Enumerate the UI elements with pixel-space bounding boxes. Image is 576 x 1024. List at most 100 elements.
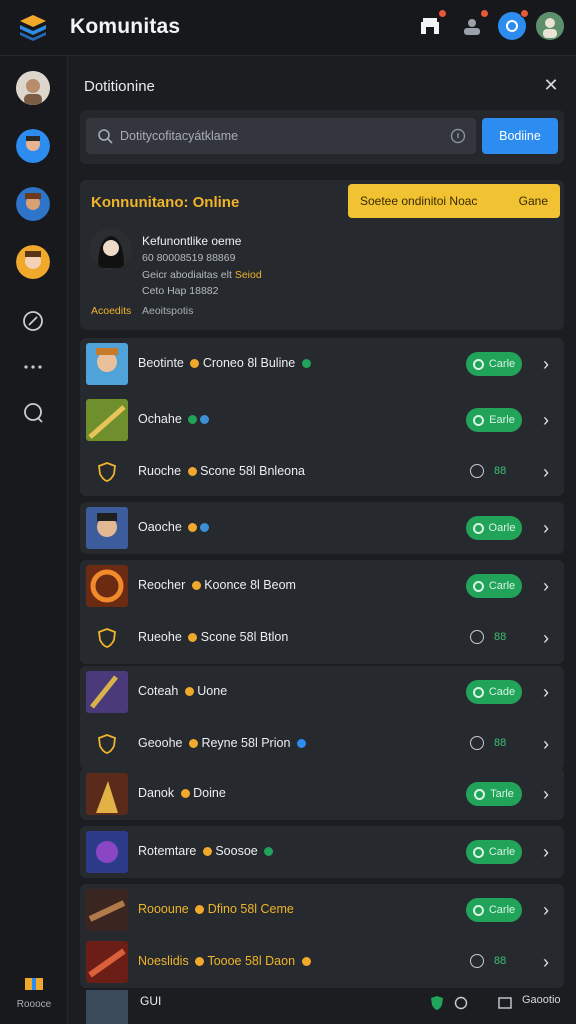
member-name: Oaoche [138,520,210,534]
member-name: Roooune Dfino 58l Ceme [138,902,294,916]
notification-dot-icon [480,9,489,18]
member-thumb [86,565,128,607]
member-row[interactable]: Oaoche Oarle › [80,502,564,556]
chevron-right-icon[interactable]: › [536,576,556,596]
sidebar-avatar-4[interactable] [16,245,50,279]
member-thumb [86,343,128,385]
search-icon [98,129,113,144]
online-count: 88 [494,955,507,967]
friends-icon[interactable] [458,9,489,40]
member-row[interactable]: Ochahe Earle › [80,394,564,448]
bottom-label: GUI [140,994,162,1008]
community-title: Konnunitano: Online [91,194,240,211]
status-pill[interactable]: Carle [466,352,522,376]
member-row[interactable]: Roooune Dfino 58l Ceme Carle › [80,884,564,938]
compass-icon[interactable] [20,308,46,334]
join-community-button[interactable]: Soetee ondinitoi Noac Gane [348,184,560,218]
status-pill[interactable]: Cade [466,680,522,704]
chevron-right-icon[interactable]: › [536,462,556,482]
owner-info-text: Geicr abodiaitas elt [142,269,232,281]
online-count: 88 [494,631,507,643]
member-row[interactable]: Noeslidis Toooe 58l Daon 88 › [80,936,564,990]
chevron-right-icon[interactable]: › [536,952,556,972]
member-thumb [86,507,128,549]
accounts-link[interactable]: Acoedits [91,305,131,317]
member-name: Danok Doine [138,786,226,800]
member-thumb [86,889,128,931]
member-name: Coteah Uone [138,684,228,698]
status-pill[interactable]: Earle [466,408,522,432]
member-row[interactable]: Danok Doine Tarle › [80,768,564,822]
online-count-icon [470,464,484,478]
owner-avatar[interactable] [90,228,132,270]
owner-info: Geicr abodiaitas elt Seiod [142,269,262,281]
online-count-icon [470,630,484,644]
member-group-7: Roooune Dfino 58l Ceme Carle › Noeslidis… [80,884,564,988]
shield-check-icon[interactable] [430,995,444,1011]
bottom-right-label: Gaootio [522,994,561,1006]
accounts-info: Aeoitspotis [142,305,194,317]
chevron-right-icon[interactable]: › [536,734,556,754]
online-count: 88 [494,737,507,749]
gift-icon [25,978,43,990]
chevron-right-icon[interactable]: › [536,842,556,862]
search-bar: Dotitycofitacyátklame Bodiine [80,110,564,164]
member-name: Geoohe Reyne 58l Prion [138,736,306,750]
member-row[interactable]: Ruoche Scone 58l Bnleona 88 › [80,446,564,500]
messages-icon[interactable] [498,9,529,40]
sidebar-bottom-item[interactable]: Roooce [10,972,58,1010]
notification-dot-icon [520,9,529,18]
chevron-right-icon[interactable]: › [536,354,556,374]
sidebar-avatar-3[interactable] [16,187,50,221]
clock-icon[interactable] [454,996,468,1010]
owner-date: Ceto Hap 18882 [142,285,219,297]
close-button[interactable]: ✕ [542,76,560,94]
store-icon[interactable] [416,9,447,40]
member-row[interactable]: Beotinte Croneo 8l Buline Carle › [80,338,564,392]
member-group-3: Reocher Koonce 8l Beom Carle › Rueohe Sc… [80,560,564,664]
profile-avatar[interactable] [536,12,564,40]
member-thumb [86,671,128,713]
bottom-thumb [86,990,128,1024]
screen-icon[interactable] [498,996,512,1010]
owner-stats: 60 80008519 88869 [142,252,236,264]
chevron-right-icon[interactable]: › [536,682,556,702]
member-group-1: Beotinte Croneo 8l Buline Carle › Ochahe… [80,338,564,496]
member-row[interactable]: Rotemtare Soosoe Carle › [80,826,564,880]
sidebar-avatar-1[interactable] [16,71,50,105]
owner-info-highlight: Seiod [234,269,262,281]
status-pill[interactable]: Carle [466,898,522,922]
chevron-right-icon[interactable]: › [536,900,556,920]
member-thumb [86,773,128,815]
sidebar-avatar-2[interactable] [16,129,50,163]
community-panel: Dotitionine ✕ Dotitycofitacyátklame Bodi… [68,56,576,1024]
member-row[interactable]: Geoohe Reyne 58l Prion 88 › [80,718,564,772]
chevron-right-icon[interactable]: › [536,518,556,538]
join-label: Soetee ondinitoi Noac [360,194,478,208]
more-icon[interactable] [20,354,46,380]
member-name: Rueohe Scone 58l Btlon [138,630,289,644]
member-row[interactable]: Rueohe Scone 58l Btlon 88 › [80,612,564,666]
status-pill[interactable]: Carle [466,574,522,598]
status-pill[interactable]: Carle [466,840,522,864]
owner-name: Kefunontlike oeme [142,234,242,248]
chat-icon[interactable] [20,400,46,426]
chevron-right-icon[interactable]: › [536,628,556,648]
online-count-icon [470,736,484,750]
top-bar: Komunitas [0,0,576,56]
member-group-4: Coteah Uone Cade › Geoohe Reyne 58l Prio… [80,666,564,770]
status-pill[interactable]: Tarle [466,782,522,806]
member-name: Ruoche Scone 58l Bnleona [138,464,306,478]
info-icon[interactable] [450,128,466,144]
member-row[interactable]: Coteah Uone Cade › [80,666,564,720]
member-row[interactable]: Reocher Koonce 8l Beom Carle › [80,560,564,614]
search-button[interactable]: Bodiine [482,118,558,154]
status-pill[interactable]: Oarle [466,516,522,540]
chevron-right-icon[interactable]: › [536,784,556,804]
search-input[interactable]: Dotitycofitacyátklame [86,118,476,154]
sidebar: Roooce [0,56,68,1024]
join-game-label: Gane [518,194,548,208]
member-group-5: Danok Doine Tarle › [80,768,564,820]
chevron-right-icon[interactable]: › [536,410,556,430]
app-title: Komunitas [70,15,181,38]
